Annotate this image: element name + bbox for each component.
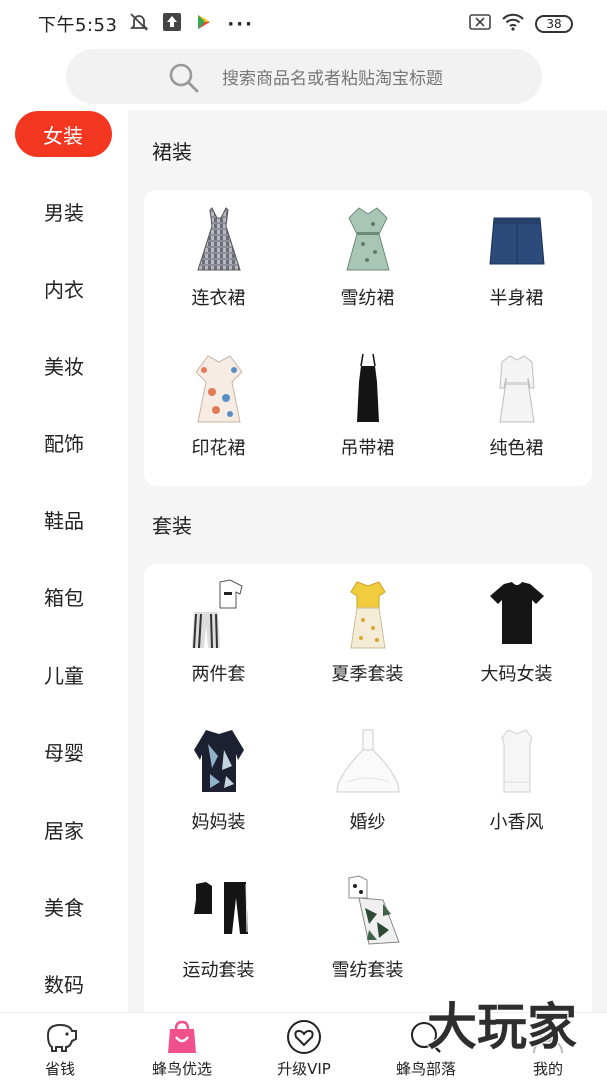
piggy-bank-icon xyxy=(46,1023,77,1052)
summer-set-icon xyxy=(349,581,386,649)
item-label: 印花裙 xyxy=(191,438,246,459)
grid-item-solid-dress[interactable]: 纯色裙 xyxy=(442,352,591,460)
search-placeholder: 搜索商品名或者粘贴淘宝标题 xyxy=(222,69,443,89)
item-label: 大码女装 xyxy=(480,664,553,685)
grid-item-print-dress[interactable]: 印花裙 xyxy=(144,352,293,460)
sidebar-item-label: 居家 xyxy=(44,818,84,843)
sidebar-item-label: 女装 xyxy=(14,111,112,157)
sport-set-icon xyxy=(193,882,248,934)
sidebar-item-underwear[interactable]: 内衣 xyxy=(0,264,128,312)
grid-item-skirt[interactable]: 半身裙 xyxy=(442,204,591,310)
grid-item-chiffon-dress[interactable]: 雪纺裙 xyxy=(293,204,442,310)
grid-item-plus-size[interactable]: 大码女装 xyxy=(442,578,591,686)
grid-item-slip-dress[interactable]: 吊带裙 xyxy=(293,352,442,460)
plus-size-tee-icon xyxy=(489,582,544,644)
sidebar-item-food[interactable]: 美食 xyxy=(0,882,128,930)
nav-item-save-money[interactable]: 省钱 xyxy=(0,1013,120,1080)
grid-item-mom-wear[interactable]: 妈妈装 xyxy=(144,726,293,834)
mute-bell-icon xyxy=(129,12,149,37)
item-label: 纯色裙 xyxy=(489,438,544,459)
dresses-card: 连衣裙 雪纺裙 半身裙 印花裙 吊带裙 纯色裙 xyxy=(144,190,592,486)
more-dots-icon: ··· xyxy=(227,13,254,35)
item-label: 吊带裙 xyxy=(340,438,395,459)
nav-item-selection[interactable]: 蜂鸟优选 xyxy=(122,1013,242,1080)
watermark-logo: 大玩家 xyxy=(426,997,578,1057)
two-piece-icon xyxy=(191,579,243,649)
section-title-sets: 套装 xyxy=(152,514,192,538)
item-label: 妈妈装 xyxy=(191,812,246,833)
grid-item-chiffon-set[interactable]: 雪纺套装 xyxy=(293,874,442,982)
item-label: 连衣裙 xyxy=(191,288,246,309)
sidebar-item-label: 内衣 xyxy=(44,277,84,302)
nav-label: 升级VIP xyxy=(277,1060,331,1078)
chiffon-dress-icon xyxy=(345,207,390,271)
nav-item-vip[interactable]: 升级VIP xyxy=(244,1013,364,1080)
search-input[interactable]: 搜索商品名或者粘贴淘宝标题 xyxy=(66,49,542,104)
denim-skirt-icon xyxy=(488,217,545,265)
vip-heart-icon xyxy=(287,1020,321,1054)
print-dress-icon xyxy=(194,355,243,423)
search-icon xyxy=(168,62,200,98)
sidebar-item-label: 儿童 xyxy=(44,663,84,688)
sidebar-item-label: 鞋品 xyxy=(44,508,84,533)
status-time: 下午5:53 xyxy=(38,15,118,36)
sidebar-item-shoes[interactable]: 鞋品 xyxy=(0,495,128,543)
item-label: 雪纺套装 xyxy=(331,960,404,981)
sidebar-item-digital[interactable]: 数码 xyxy=(0,959,128,1007)
sidebar-item-label: 男装 xyxy=(44,200,84,225)
sidebar-item-baby[interactable]: 母婴 xyxy=(0,727,128,775)
category-sidebar: 女装 男装 内衣 美妆 配饰 鞋品 箱包 儿童 母婴 居家 美食 数码 xyxy=(0,110,128,1012)
nav-label: 蜂鸟优选 xyxy=(151,1060,212,1078)
solid-dress-icon xyxy=(498,355,535,423)
sidebar-item-accessories[interactable]: 配饰 xyxy=(0,418,128,466)
item-label: 夏季套装 xyxy=(331,664,404,685)
sidebar-item-men[interactable]: 男装 xyxy=(0,187,128,235)
grid-item-wedding-dress[interactable]: 婚纱 xyxy=(293,726,442,834)
status-bar: 下午5:53 ··· 38 xyxy=(0,0,607,48)
sidebar-item-label: 数码 xyxy=(44,972,84,997)
sidebar-item-label: 母婴 xyxy=(44,740,84,765)
grid-item-chanel-style[interactable]: 小香风 xyxy=(442,726,591,834)
sidebar-item-kids[interactable]: 儿童 xyxy=(0,650,128,698)
sidebar-item-label: 美食 xyxy=(44,895,84,920)
nav-label: 省钱 xyxy=(44,1060,75,1078)
watermark-text: 大玩家 xyxy=(427,998,577,1056)
sidebar-item-bags[interactable]: 箱包 xyxy=(0,572,128,620)
wifi-icon xyxy=(501,13,525,36)
nav-label: 我的 xyxy=(532,1060,563,1078)
grid-item-dress[interactable]: 连衣裙 xyxy=(144,204,293,310)
plaid-dress-icon xyxy=(196,207,241,271)
item-label: 婚纱 xyxy=(349,812,386,833)
sidebar-item-women[interactable]: 女装 xyxy=(0,110,128,158)
mom-wear-icon xyxy=(193,730,244,792)
item-label: 两件套 xyxy=(191,664,246,685)
sidebar-item-home[interactable]: 居家 xyxy=(0,805,128,853)
slip-dress-icon xyxy=(356,353,379,422)
nav-label: 蜂鸟部落 xyxy=(395,1060,456,1078)
sidebar-item-label: 箱包 xyxy=(44,585,84,610)
section-title-dresses: 裙装 xyxy=(152,140,192,164)
chanel-style-icon xyxy=(500,729,533,793)
item-label: 雪纺裙 xyxy=(340,288,395,309)
sidebar-item-label: 美妆 xyxy=(44,354,84,379)
item-label: 半身裙 xyxy=(489,288,544,309)
sidebar-item-makeup[interactable]: 美妆 xyxy=(0,341,128,389)
category-content: 裙装 连衣裙 雪纺裙 半身裙 印花裙 吊带裙 纯色裙 套装 两件套 夏季套装 大… xyxy=(128,110,607,1012)
grid-item-sport-set[interactable]: 运动套装 xyxy=(144,874,293,982)
sim-off-icon xyxy=(469,13,491,36)
sidebar-item-label: 配饰 xyxy=(44,431,84,456)
grid-item-summer-set[interactable]: 夏季套装 xyxy=(293,578,442,686)
wedding-dress-icon xyxy=(335,729,400,793)
chiffon-set-icon xyxy=(348,875,400,945)
battery-indicator: 38 xyxy=(535,15,573,33)
item-label: 小香风 xyxy=(489,812,544,833)
shop-bag-icon xyxy=(168,1020,196,1053)
upload-icon xyxy=(163,12,182,36)
item-label: 运动套装 xyxy=(182,960,255,981)
play-store-icon xyxy=(195,13,213,36)
sets-card: 两件套 夏季套装 大码女装 妈妈装 婚纱 小香风 运动套装 雪纺套装 xyxy=(144,564,592,1012)
grid-item-two-piece[interactable]: 两件套 xyxy=(144,578,293,686)
